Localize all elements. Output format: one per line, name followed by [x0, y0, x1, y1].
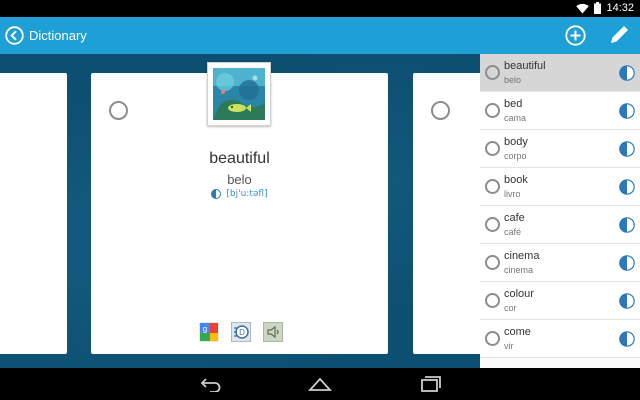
list-item-translation: cinema	[504, 265, 534, 275]
speaker-icon[interactable]	[619, 103, 635, 119]
card-select-radio[interactable]	[431, 101, 450, 120]
card-translation: belo	[227, 172, 252, 187]
phonetic-transcription: [bj'u:təfl]	[226, 189, 268, 199]
speaker-icon[interactable]	[619, 293, 635, 309]
list-item-translation: belo	[504, 75, 522, 85]
list-item-word: cinema	[504, 250, 540, 262]
nav-back-icon[interactable]	[198, 376, 224, 392]
screen: 14:32 Dictionary beautiful belo [bj'u:tə…	[0, 0, 640, 400]
app-title: Dictionary	[29, 28, 87, 43]
svg-text:g: g	[203, 325, 207, 334]
list-item-translation: cama	[504, 113, 527, 123]
speaker-icon[interactable]	[619, 217, 635, 233]
list-item-word: bed	[504, 98, 523, 110]
list-item-radio[interactable]	[485, 255, 500, 270]
card-current[interactable]: beautiful belo [bj'u:təfl] g D	[91, 62, 388, 354]
list-item[interactable]: beautiful belo	[480, 54, 640, 92]
wifi-icon	[576, 3, 590, 14]
action-bar: Dictionary	[0, 17, 640, 54]
word-list: beautiful belo bed cama body corpo book …	[480, 54, 640, 368]
underwater-image	[213, 68, 265, 120]
list-item-radio[interactable]	[485, 103, 500, 118]
card-word: beautiful	[209, 150, 270, 167]
card-select-radio[interactable]	[109, 101, 128, 120]
phonetic-row: [bj'u:təfl]	[91, 189, 388, 199]
speaker-icon[interactable]	[619, 141, 635, 157]
list-item-word: colour	[504, 288, 534, 300]
list-item-translation: vir	[504, 341, 514, 351]
list-item-radio[interactable]	[485, 179, 500, 194]
nav-recents-icon[interactable]	[416, 375, 442, 393]
list-item[interactable]: body corpo	[480, 130, 640, 168]
list-item[interactable]: bed cama	[480, 92, 640, 130]
list-item-word: cafe	[504, 212, 525, 224]
pencil-icon[interactable]	[607, 23, 631, 47]
list-item-radio[interactable]	[485, 141, 500, 156]
list-item-radio[interactable]	[485, 331, 500, 346]
list-item[interactable]: colour cor	[480, 282, 640, 320]
speaker-icon[interactable]	[619, 65, 635, 81]
list-item-radio[interactable]	[485, 217, 500, 232]
battery-icon	[594, 2, 602, 14]
list-item-word: come	[504, 326, 531, 338]
list-item-word: book	[504, 174, 528, 186]
card-previous[interactable]	[0, 73, 67, 354]
list-item-translation: cor	[504, 303, 517, 313]
list-item[interactable]: cinema cinema	[480, 244, 640, 282]
status-icons: 14:32	[576, 2, 634, 14]
list-item-radio[interactable]	[485, 65, 500, 80]
list-item-radio[interactable]	[485, 293, 500, 308]
add-circle-icon[interactable]	[565, 25, 586, 46]
list-item[interactable]: come vir	[480, 320, 640, 358]
google-translate-icon[interactable]: g	[199, 322, 219, 342]
back-arrow-circle-icon[interactable]	[5, 26, 24, 45]
card-tools: g D	[199, 322, 283, 342]
status-time: 14:32	[606, 2, 634, 14]
speaker-icon[interactable]	[211, 189, 222, 199]
word-picture	[207, 62, 271, 126]
status-bar: 14:32	[0, 0, 640, 17]
speaker-icon[interactable]	[619, 255, 635, 271]
list-item-translation: café	[504, 227, 522, 237]
list-item-translation: corpo	[504, 151, 527, 161]
speaker-icon[interactable]	[619, 331, 635, 347]
list-item[interactable]: book livro	[480, 168, 640, 206]
dictionary-icon[interactable]: D	[231, 322, 251, 342]
nav-home-icon[interactable]	[307, 376, 333, 392]
list-item-word: body	[504, 136, 528, 148]
navigation-bar	[0, 368, 640, 400]
speak-icon[interactable]	[263, 322, 283, 342]
list-item-word: beautiful	[504, 60, 546, 72]
speaker-icon[interactable]	[619, 179, 635, 195]
card-area: beautiful belo [bj'u:təfl] g D beautiful…	[0, 54, 640, 368]
list-item-translation: livro	[504, 189, 521, 199]
svg-text:D: D	[239, 328, 245, 337]
list-item[interactable]: cafe café	[480, 206, 640, 244]
